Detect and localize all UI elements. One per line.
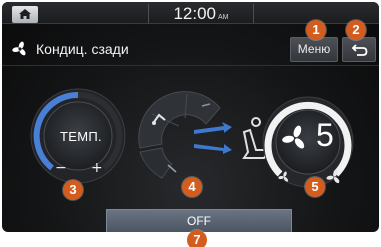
fan-icon xyxy=(12,41,26,56)
temperature-label: ТЕМП. xyxy=(60,129,102,144)
clock: 12:00 AM xyxy=(148,4,254,23)
callout-7: 7 xyxy=(187,230,207,247)
airflow-arrows xyxy=(194,122,232,154)
clock-ampm: AM xyxy=(218,14,229,21)
title-divider xyxy=(2,65,379,66)
fan-speed-value: 5 xyxy=(316,117,334,153)
temperature-up-button[interactable]: + xyxy=(91,161,103,175)
off-button[interactable]: OFF xyxy=(106,209,292,232)
back-button[interactable] xyxy=(342,37,376,62)
callout-2: 2 xyxy=(346,20,366,40)
home-button[interactable] xyxy=(12,6,38,23)
title-bar: Кондиц. сзади Меню xyxy=(2,35,379,63)
back-icon xyxy=(351,44,368,56)
menu-button[interactable]: Меню xyxy=(290,37,338,62)
status-bar: 12:00 AM xyxy=(2,2,379,24)
callout-4: 4 xyxy=(182,177,202,197)
callout-1: 1 xyxy=(306,20,326,40)
home-icon xyxy=(19,9,31,19)
page-title: Кондиц. сзади xyxy=(36,41,129,57)
temperature-down-button[interactable]: − xyxy=(55,161,67,175)
mode-segment-floor[interactable] xyxy=(139,147,173,179)
fan-speed-dial[interactable] xyxy=(260,94,356,190)
callout-3: 3 xyxy=(63,180,83,200)
callout-5: 5 xyxy=(305,177,325,197)
clock-time: 12:00 xyxy=(173,4,217,23)
